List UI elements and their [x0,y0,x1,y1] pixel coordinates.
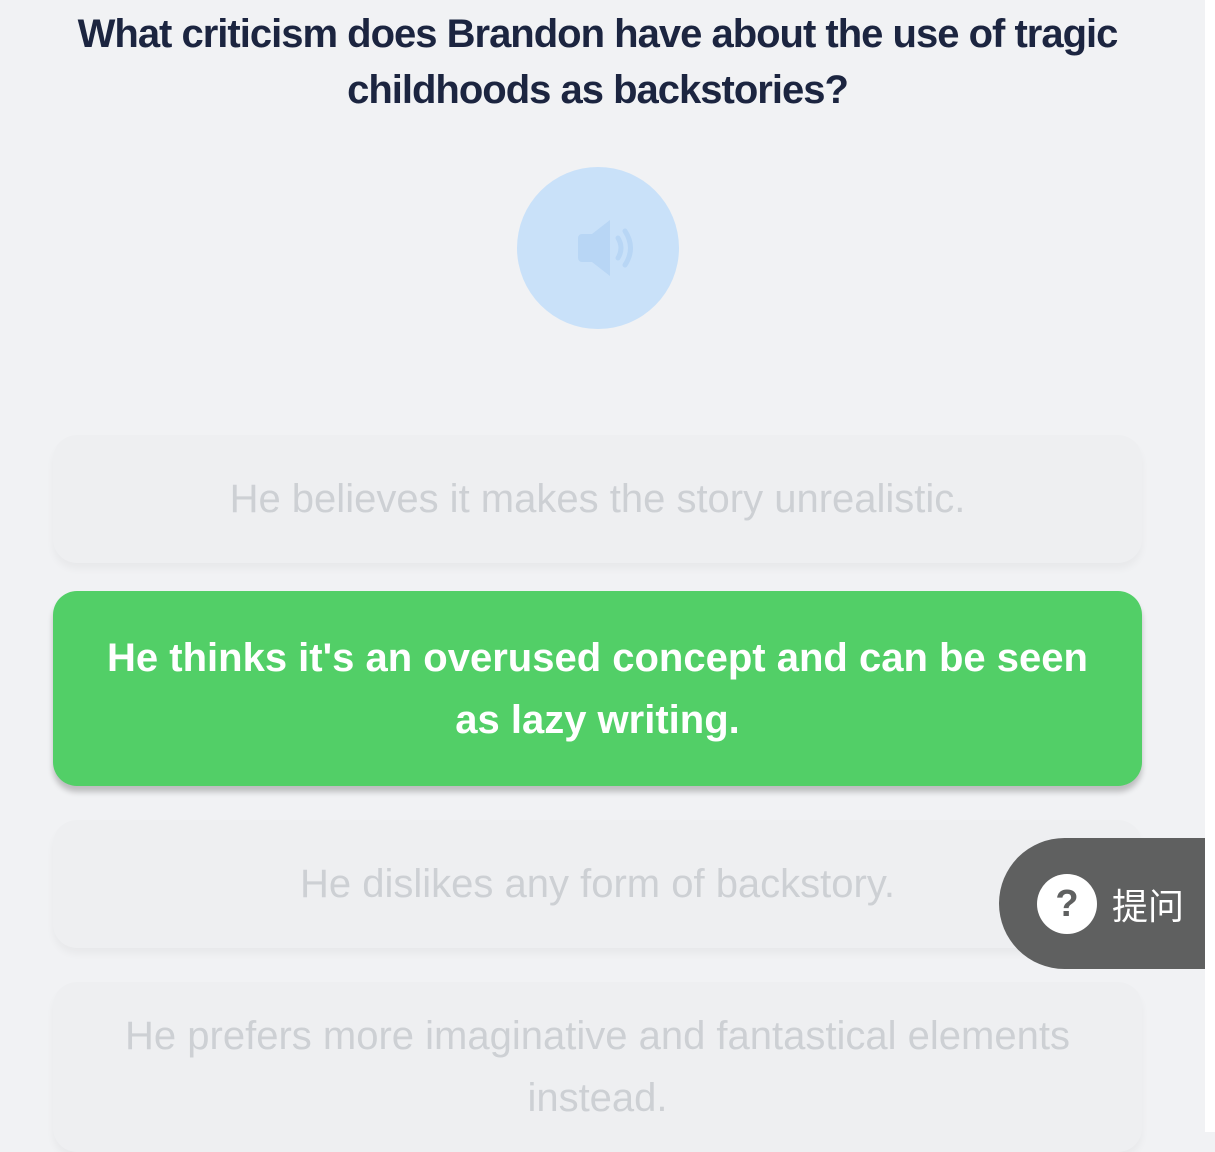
right-edge-strip [1205,0,1215,1132]
answer-option-label: He dislikes any form of backstory. [299,862,896,906]
question-title: What criticism does Brandon have about t… [77,12,1119,112]
answer-option-3[interactable]: He dislikes any form of backstory. [53,820,1142,948]
answer-option-2-selected[interactable]: He thinks it's an overused concept and c… [53,591,1142,786]
answer-option-label: He believes it makes the story unrealist… [229,477,966,521]
answer-option-label: He prefers more imaginative and fantasti… [125,1014,1070,1120]
audio-play-button[interactable] [517,167,679,329]
ask-question-label: 提问 [1112,886,1185,928]
speaker-icon [578,220,633,276]
answer-option-1[interactable]: He believes it makes the story unrealist… [53,435,1142,563]
answer-option-label: He thinks it's an overused concept and c… [107,635,1088,742]
question-mark-icon: ? [1037,873,1097,934]
ask-question-button[interactable]: ? 提问 [999,838,1205,969]
answer-option-4[interactable]: He prefers more imaginative and fantasti… [53,982,1142,1152]
